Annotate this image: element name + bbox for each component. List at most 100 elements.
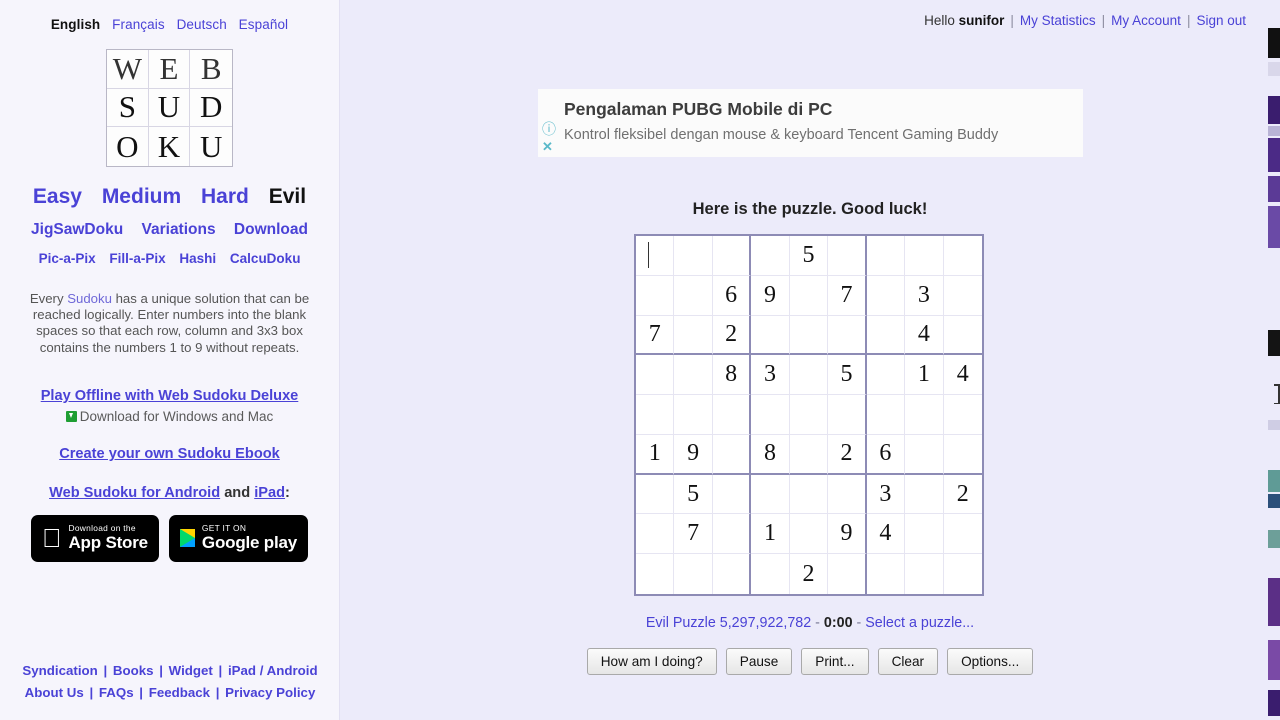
- sudoku-cell-r4c4[interactable]: 3: [751, 355, 790, 396]
- clear-button[interactable]: Clear: [877, 648, 939, 675]
- sudoku-cell-r5c9[interactable]: [943, 395, 982, 435]
- sudoku-cell-r9c2[interactable]: [674, 554, 713, 594]
- sudoku-cell-r4c9[interactable]: 4: [943, 355, 982, 396]
- nav-hashi[interactable]: Hashi: [179, 251, 216, 266]
- sudoku-cell-r8c9[interactable]: [943, 514, 982, 555]
- footer-feedback[interactable]: Feedback: [149, 685, 210, 700]
- sudoku-cell-r2c4[interactable]: 9: [751, 275, 790, 316]
- advertisement-banner[interactable]: ⓘ ✕ Pengalaman PUBG Mobile di PC Kontrol…: [538, 89, 1083, 157]
- sudoku-cell-r6c5[interactable]: [789, 434, 829, 475]
- sudoku-cell-r5c3[interactable]: [712, 395, 752, 435]
- pause-button[interactable]: Pause: [725, 648, 793, 675]
- sudoku-cell-r2c8[interactable]: 3: [905, 275, 944, 316]
- sudoku-cell-r1c9[interactable]: [943, 236, 982, 276]
- nav-jigsawdoku[interactable]: JigSawDoku: [31, 221, 123, 238]
- footer-widget[interactable]: Widget: [169, 663, 213, 678]
- sudoku-cell-r3c1[interactable]: 7: [636, 315, 675, 356]
- sudoku-cell-r9c6[interactable]: [828, 554, 867, 594]
- sudoku-cell-r2c1[interactable]: [636, 275, 675, 316]
- web-sudoku-logo[interactable]: W E B S U D O K U: [106, 49, 233, 167]
- adchoices-info-icon[interactable]: ⓘ: [542, 122, 556, 136]
- sudoku-cell-r1c3[interactable]: [712, 236, 752, 276]
- sudoku-cell-r7c2[interactable]: 5: [674, 474, 713, 515]
- language-english[interactable]: English: [51, 17, 100, 32]
- sudoku-cell-r2c7[interactable]: [866, 275, 906, 316]
- sudoku-cell-r3c5[interactable]: [789, 315, 829, 356]
- sudoku-cell-r7c6[interactable]: [828, 474, 867, 515]
- sudoku-cell-r3c6[interactable]: [828, 315, 867, 356]
- nav-calcudoku[interactable]: CalcuDoku: [230, 251, 301, 266]
- footer-about-us[interactable]: About Us: [25, 685, 84, 700]
- sudoku-cell-r9c7[interactable]: [867, 554, 906, 594]
- sudoku-cell-r2c6[interactable]: 7: [828, 275, 867, 316]
- sudoku-cell-r9c9[interactable]: [944, 554, 982, 594]
- nav-fill-a-pix[interactable]: Fill-a-Pix: [109, 251, 165, 266]
- nav-download[interactable]: Download: [234, 221, 308, 238]
- sudoku-cell-r5c6[interactable]: [828, 395, 867, 435]
- sudoku-cell-r6c8[interactable]: [905, 434, 944, 475]
- sudoku-cell-r8c1[interactable]: [636, 514, 675, 555]
- sudoku-cell-r7c8[interactable]: [905, 474, 944, 515]
- sudoku-cell-r8c3[interactable]: [712, 514, 752, 555]
- footer-books[interactable]: Books: [113, 663, 154, 678]
- footer-syndication[interactable]: Syndication: [22, 663, 97, 678]
- my-account-link[interactable]: My Account: [1111, 13, 1181, 28]
- difficulty-hard[interactable]: Hard: [201, 185, 249, 208]
- sudoku-cell-r5c5[interactable]: [789, 395, 829, 435]
- play-offline-link[interactable]: Play Offline with Web Sudoku Deluxe: [41, 388, 299, 404]
- sudoku-cell-r7c3[interactable]: [712, 474, 752, 515]
- select-a-puzzle-link[interactable]: Select a puzzle...: [865, 615, 974, 631]
- sudoku-cell-r4c7[interactable]: [866, 355, 906, 396]
- sudoku-cell-r2c3[interactable]: 6: [712, 275, 752, 316]
- blurb-sudoku-link[interactable]: Sudoku: [67, 291, 112, 306]
- sudoku-cell-r7c9[interactable]: 2: [943, 475, 982, 515]
- difficulty-evil[interactable]: Evil: [269, 185, 306, 208]
- puzzle-id-label[interactable]: Evil Puzzle 5,297,922,782: [646, 615, 811, 631]
- difficulty-medium[interactable]: Medium: [102, 185, 181, 208]
- sudoku-cell-r8c4[interactable]: 1: [751, 514, 790, 555]
- sudoku-cell-r7c4[interactable]: [751, 474, 790, 515]
- sudoku-cell-r5c7[interactable]: [866, 395, 906, 435]
- nav-variations[interactable]: Variations: [142, 221, 216, 238]
- sudoku-cell-r7c7[interactable]: 3: [866, 474, 906, 515]
- sudoku-cell-r4c8[interactable]: 1: [905, 355, 944, 396]
- sudoku-cell-r8c6[interactable]: 9: [828, 514, 867, 555]
- sign-out-link[interactable]: Sign out: [1196, 13, 1246, 28]
- how-am-i-doing-button[interactable]: How am I doing?: [586, 648, 717, 675]
- sudoku-cell-r1c6[interactable]: [828, 236, 867, 276]
- sudoku-cell-r1c2[interactable]: [674, 236, 713, 276]
- sudoku-cell-r6c3[interactable]: [712, 434, 752, 475]
- nav-pic-a-pix[interactable]: Pic-a-Pix: [39, 251, 96, 266]
- language-francais[interactable]: Français: [112, 17, 165, 32]
- sudoku-cell-r1c5[interactable]: 5: [789, 236, 829, 276]
- apple-app-store-badge[interactable]:  Download on the App Store: [30, 514, 159, 562]
- footer-privacy-policy[interactable]: Privacy Policy: [225, 685, 315, 700]
- language-espanol[interactable]: Español: [239, 17, 289, 32]
- android-link[interactable]: Web Sudoku for Android: [49, 485, 220, 501]
- sudoku-cell-r3c2[interactable]: [674, 315, 713, 356]
- google-play-badge[interactable]: GET IT ON Google play: [168, 514, 309, 562]
- sudoku-cell-r8c5[interactable]: [789, 514, 829, 555]
- sudoku-cell-r9c8[interactable]: [905, 554, 944, 594]
- sudoku-cell-r6c6[interactable]: 2: [828, 434, 867, 475]
- sudoku-cell-r1c4[interactable]: [751, 236, 790, 276]
- sudoku-cell-r6c7[interactable]: 6: [866, 434, 906, 475]
- print-button[interactable]: Print...: [801, 648, 869, 675]
- sudoku-cell-r9c1[interactable]: [636, 554, 675, 594]
- create-ebook-link[interactable]: Create your own Sudoku Ebook: [59, 446, 280, 462]
- sudoku-cell-r3c7[interactable]: [866, 315, 906, 356]
- sudoku-cell-r1c7[interactable]: [866, 236, 906, 276]
- sudoku-cell-r2c2[interactable]: [674, 275, 713, 316]
- sudoku-cell-r4c1[interactable]: [636, 355, 675, 396]
- ipad-link[interactable]: iPad: [254, 485, 285, 501]
- sudoku-cell-r6c1[interactable]: 1: [636, 434, 675, 475]
- sudoku-cell-r8c2[interactable]: 7: [674, 514, 713, 555]
- sudoku-cell-r8c7[interactable]: 4: [866, 514, 906, 555]
- sudoku-cell-r9c5[interactable]: 2: [790, 554, 829, 594]
- sudoku-cell-r3c8[interactable]: 4: [905, 315, 944, 356]
- sudoku-cell-r4c3[interactable]: 8: [712, 355, 752, 396]
- sudoku-cell-r7c5[interactable]: [789, 474, 829, 515]
- sudoku-cell-r5c1[interactable]: [636, 395, 675, 435]
- sudoku-cell-r3c4[interactable]: [751, 315, 790, 356]
- footer-ipad-android[interactable]: iPad / Android: [228, 663, 318, 678]
